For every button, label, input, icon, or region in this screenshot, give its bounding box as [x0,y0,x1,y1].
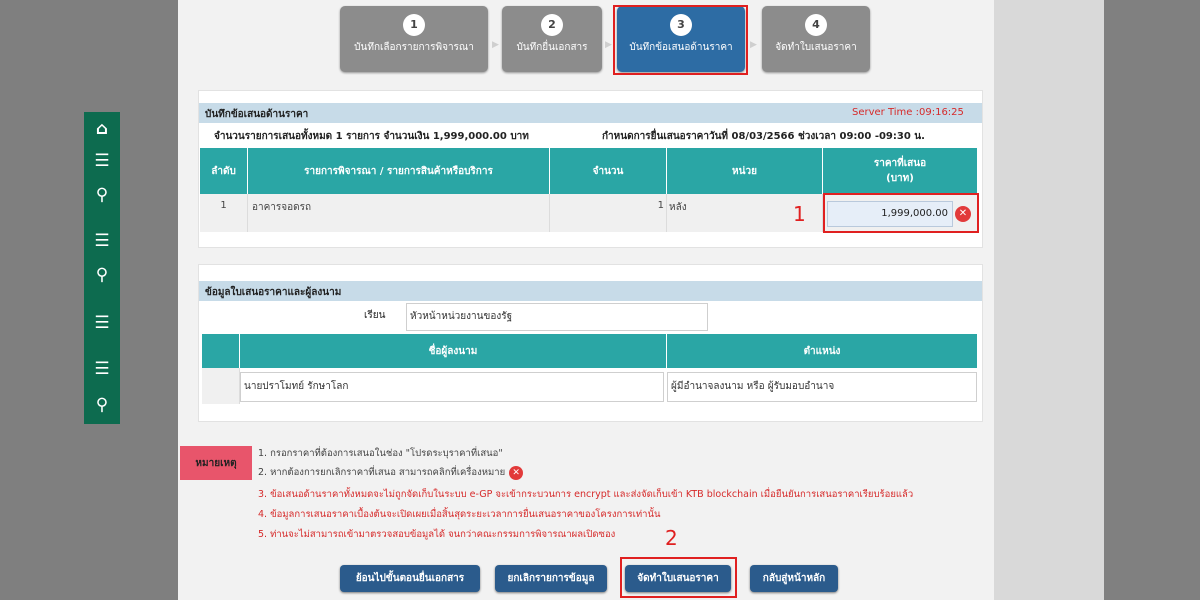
step-1[interactable]: 1 บันทึกเลือกรายการพิจารณา [340,6,488,72]
price-summary: จำนวนรายการเสนอทั้งหมด 1 รายการ จำนวนเงิ… [214,131,529,142]
col-qty-header: จำนวน [550,148,667,194]
search-icon[interactable]: ⚲ [84,390,120,420]
right-edge [1104,0,1200,600]
col-unit-header: หน่วย [667,148,823,194]
recipient-input[interactable]: หัวหน้าหน่วยงานของรัฐ [406,303,708,331]
menu-icon[interactable]: ☰ [84,354,120,384]
note-5: 5. ท่านจะไม่สามารถเข้ามาตรวจสอบข้อมูลได้… [258,529,616,540]
step-4-number: 4 [805,14,827,36]
cancel-items-button[interactable]: ยกเลิกรายการข้อมูล [495,565,607,592]
right-background [994,0,1104,600]
make-quotation-highlight [620,557,737,598]
step-2-label: บันทึกยื่นเอกสาร [516,42,588,53]
row-seq: 1 [200,194,248,232]
step-1-number: 1 [403,14,425,36]
step-arrow-icon: ▶ [492,40,499,50]
signer-blank-header [202,334,240,368]
signer-position-input[interactable]: ผู้มีอำนาจลงนาม หรือ ผู้รับมอบอำนาจ [667,372,977,402]
step-3-highlight [613,5,748,75]
back-home-button[interactable]: กลับสู่หน้าหลัก [750,565,838,592]
notes-tag: หมายเหตุ [180,446,252,480]
home-icon[interactable]: ⌂ [84,114,120,144]
step-2[interactable]: 2 บันทึกยื่นเอกสาร [502,6,602,72]
note-2: 2. หากต้องการยกเลิกราคาที่เสนอ สามารถคลิ… [258,465,524,480]
col-price-header-line2: (บาท) [886,173,914,184]
step-2-number: 2 [541,14,563,36]
search-icon[interactable]: ⚲ [84,260,120,290]
step-arrow-icon: ▶ [750,40,757,50]
signer-position-header: ตำแหน่ง [667,334,978,368]
callout-one: 1 [793,202,806,226]
recipient-label: เรียน [364,310,386,321]
col-price-header-line1: ราคาที่เสนอ [873,158,927,169]
search-icon[interactable]: ⚲ [84,180,120,210]
menu-icon[interactable]: ☰ [84,308,120,338]
back-to-documents-button[interactable]: ย้อนไปขั้นตอนยื่นเอกสาร [340,565,480,592]
note-3: 3. ข้อเสนอด้านราคาทั้งหมดจะไม่ถูกจัดเก็บ… [258,489,914,500]
col-item-header: รายการพิจารณา / รายการสินค้าหรือบริการ [248,148,550,194]
step-4[interactable]: 4 จัดทำใบเสนอราคา [762,6,870,72]
step-4-label: จัดทำใบเสนอราคา [775,42,857,53]
signer-row-blank [202,368,240,404]
left-nav: ⌂ ☰ ⚲ ☰ ⚲ ☰ ☰ ⚲ [84,112,120,424]
col-price-header: ราคาที่เสนอ (บาท) [823,148,978,194]
menu-icon[interactable]: ☰ [84,146,120,176]
server-time: Server Time :09:16:25 [852,107,964,118]
signer-name-input[interactable]: นายปราโมทย์ รักษาโลก [240,372,664,402]
step-arrow-icon: ▶ [605,40,612,50]
col-seq-header: ลำดับ [200,148,248,194]
menu-icon[interactable]: ☰ [84,226,120,256]
note-4: 4. ข้อมูลการเสนอราคาเบื้องต้นจะเปิดเผยเม… [258,509,661,520]
row-qty: 1 [550,194,667,232]
row-item: อาคารจอดรถ [248,194,550,232]
callout-two: 2 [665,526,678,550]
bid-deadline: กำหนดการยื่นเสนอราคาวันที่ 08/03/2566 ช่… [602,131,925,142]
cancel-icon: ✕ [509,466,524,480]
step-1-label: บันทึกเลือกรายการพิจารณา [354,42,474,53]
note-2-text: 2. หากต้องการยกเลิกราคาที่เสนอ สามารถคลิ… [258,467,506,478]
note-1: 1. กรอกราคาที่ต้องการเสนอในช่อง "โปรดระบ… [258,448,503,459]
price-highlight [823,193,979,233]
signer-panel-title: ข้อมูลใบเสนอราคาและผู้ลงนาม [199,281,982,301]
signer-name-header: ชื่อผู้ลงนาม [240,334,667,368]
